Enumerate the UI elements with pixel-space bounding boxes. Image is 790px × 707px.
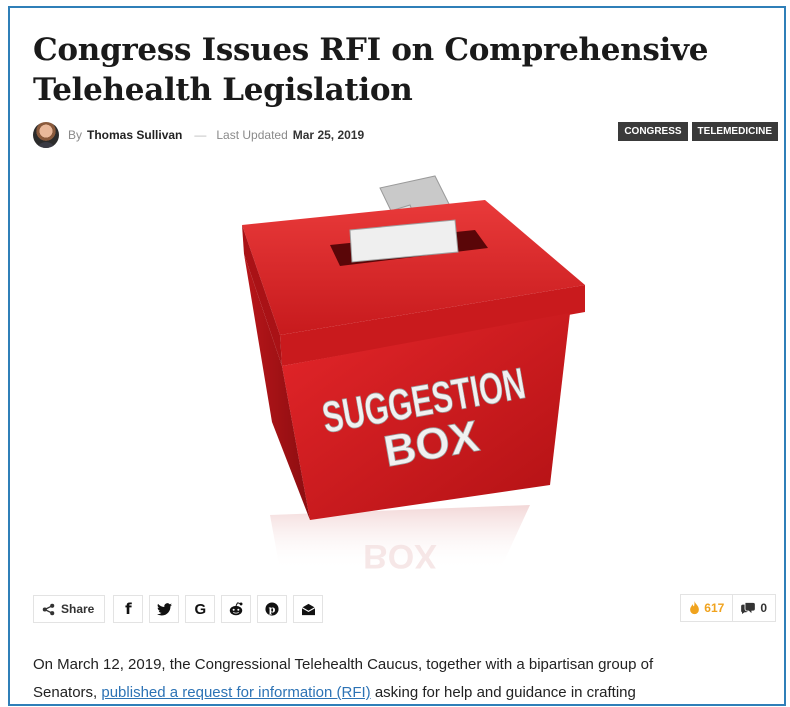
updated-label: Last Updated bbox=[216, 128, 288, 142]
byline-separator: — bbox=[194, 128, 207, 142]
share-button[interactable]: Share bbox=[33, 595, 106, 623]
article-line-2-start: Senators, bbox=[33, 684, 102, 701]
pinterest-icon: p bbox=[265, 602, 279, 616]
tag-congress[interactable]: CONGRESS bbox=[618, 122, 688, 141]
email-icon bbox=[301, 603, 316, 615]
byline-by: By bbox=[68, 128, 83, 142]
tag-telemedicine[interactable]: TELEMEDICINE bbox=[691, 122, 778, 141]
share-icon bbox=[42, 603, 55, 615]
article-title: Congress Issues RFI on Comprehensive Tel… bbox=[33, 32, 709, 108]
fire-icon bbox=[690, 601, 700, 615]
updated-date: Mar 25, 2019 bbox=[292, 128, 365, 142]
post-counters: 617 0 bbox=[680, 594, 776, 622]
rfi-link[interactable]: published a request for information (RFI… bbox=[101, 684, 370, 701]
article-body: On March 12, 2019, the Congressional Tel… bbox=[33, 651, 773, 707]
google-share-button[interactable]: G bbox=[185, 595, 216, 623]
views-counter: 617 bbox=[681, 595, 734, 621]
facebook-icon: f bbox=[125, 600, 132, 618]
views-count: 617 bbox=[704, 601, 725, 615]
author-link[interactable]: Thomas Sullivan bbox=[87, 128, 182, 142]
share-label: Share bbox=[61, 602, 95, 616]
hero-image: BOX SUGGESTION BOX bbox=[242, 175, 585, 570]
twitter-share-button[interactable] bbox=[149, 595, 180, 623]
reflection-text: BOX bbox=[363, 537, 437, 570]
twitter-icon bbox=[156, 602, 172, 615]
comments-count: 0 bbox=[760, 601, 767, 615]
svg-text:p: p bbox=[269, 605, 276, 616]
google-icon: G bbox=[194, 600, 207, 618]
facebook-share-button[interactable]: f bbox=[113, 595, 144, 623]
tag-list: CONGRESS TELEMEDICINE bbox=[618, 122, 778, 141]
comment-icon bbox=[741, 602, 756, 614]
author-avatar[interactable] bbox=[33, 122, 59, 148]
comments-counter[interactable]: 0 bbox=[733, 601, 775, 615]
reddit-share-button[interactable] bbox=[221, 595, 252, 623]
email-share-button[interactable] bbox=[293, 595, 324, 623]
reddit-icon bbox=[230, 602, 243, 616]
byline: By Thomas Sullivan — Last Updated Mar 25… bbox=[33, 120, 364, 150]
article-line-2-end: asking for help and guidance in crafting bbox=[370, 684, 636, 701]
pinterest-share-button[interactable]: p bbox=[257, 595, 288, 623]
article-line-1: On March 12, 2019, the Congressional Tel… bbox=[33, 656, 654, 673]
share-bar: Share f G p bbox=[33, 594, 329, 624]
